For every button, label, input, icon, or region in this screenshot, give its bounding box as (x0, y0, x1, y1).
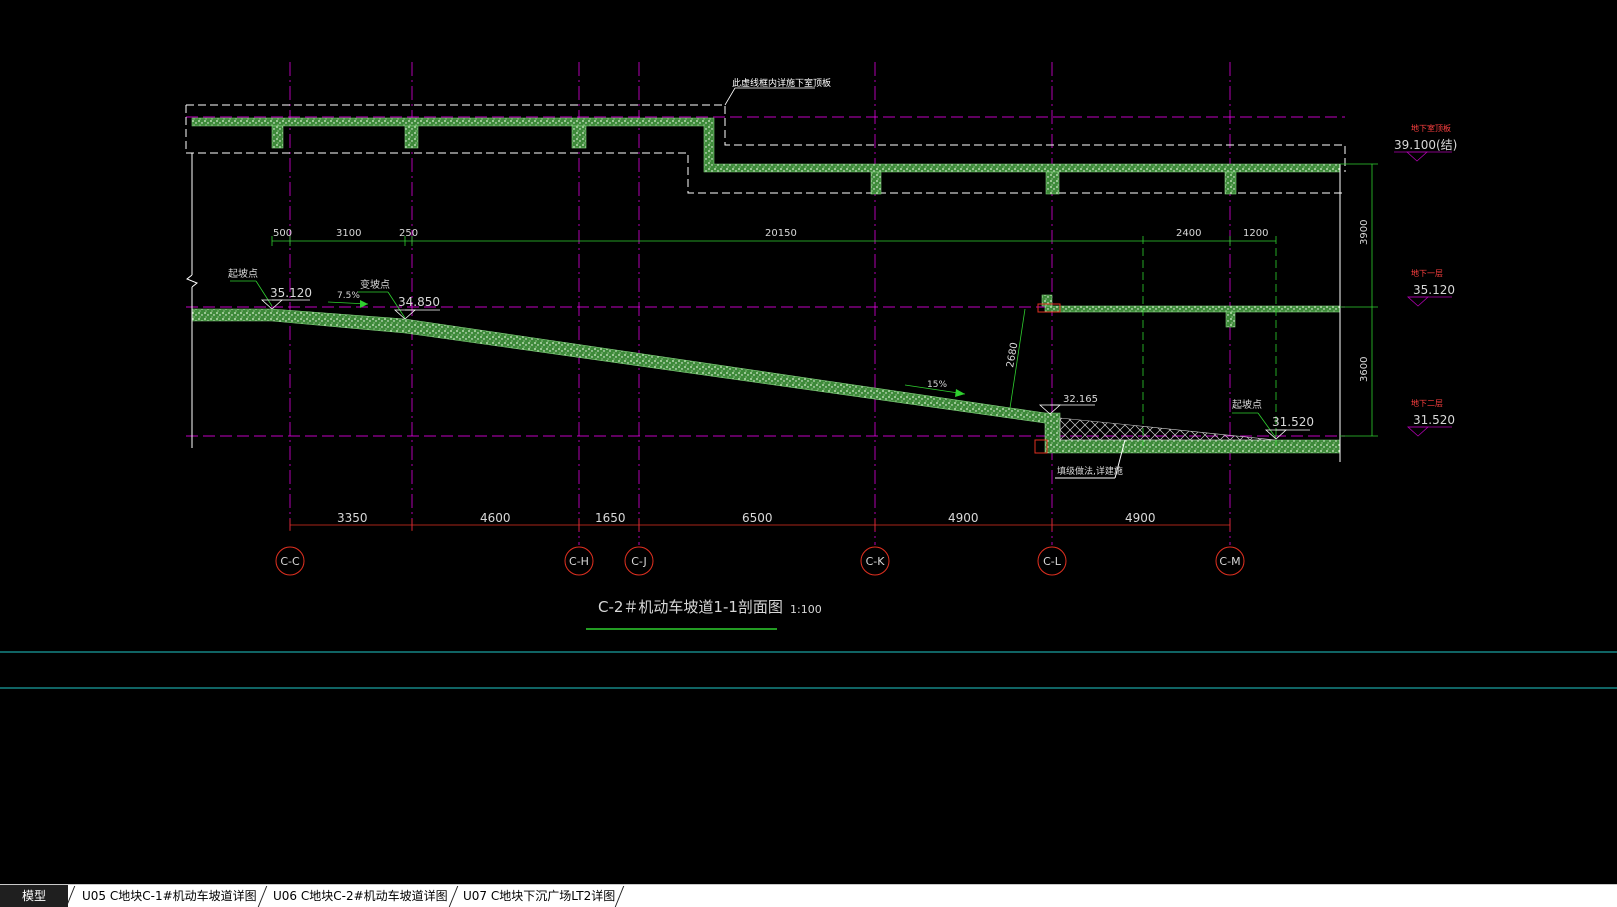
axis-bubble-c-c[interactable]: C-C (275, 546, 305, 576)
axis-bubble-c-h[interactable]: C-H (564, 546, 594, 576)
clear-height-text: 2680 (1005, 342, 1020, 369)
bottom-dim-1: 3350 (337, 511, 368, 525)
bottom-dim-4: 6500 (742, 511, 773, 525)
drawing-title: C-2＃机动车坡道1-1剖面图 (598, 598, 783, 616)
axis-bubble-c-k[interactable]: C-K (860, 546, 890, 576)
top-note-leader (724, 87, 736, 106)
layout-tab-bar: 模型 U05 C地块C-1#机动车坡道详图 U06 C地块C-2#机动车坡道详图… (0, 884, 1617, 907)
bottom-dim-2: 4600 (480, 511, 511, 525)
axis-label-c-k: C-K (866, 555, 886, 568)
top-dim-4: 20150 (765, 228, 797, 239)
top-dim-6: 1200 (1243, 228, 1268, 239)
slope-arrows (360, 300, 965, 397)
fill-hatch-area (1059, 417, 1276, 441)
change-elevation: 34.850 (398, 295, 440, 309)
right-dimension-line (1340, 163, 1378, 437)
right-dim-1: 3900 (1359, 220, 1370, 245)
axis-label-c-j: C-J (631, 555, 647, 568)
b1-floor-slab (1041, 294, 1341, 328)
top-dim-3: 250 (399, 228, 418, 239)
axis-bubble-c-m[interactable]: C-M (1215, 546, 1245, 576)
bottom-dim-3: 1650 (595, 511, 626, 525)
b2-level-label: 地下二层 (1411, 398, 1443, 408)
level-markers: 地下室顶板 39.100(结) 地下一层 35.120 地下二层 31.520 (1394, 123, 1457, 437)
fill-note: 填级做法,详建施 (1057, 465, 1123, 477)
b1-level-value: 35.120 (1413, 283, 1455, 297)
end-elevation: 31.520 (1272, 415, 1314, 429)
change-point-label: 变坡点 (360, 278, 390, 291)
tab-separator (614, 886, 625, 907)
drawing-scale: 1:100 (790, 603, 822, 616)
top-note: 此虚线框内详施下室顶板 (732, 77, 831, 89)
tab-layout-u05[interactable]: U05 C地块C-1#机动车坡道详图 (82, 887, 257, 906)
axis-label-c-m: C-M (1219, 555, 1240, 568)
axis-bubble-c-l[interactable]: C-L (1037, 546, 1067, 576)
top-dim-2: 3100 (336, 228, 361, 239)
ramp-annotations (230, 280, 1310, 440)
slope-1-label: 7.5% (337, 291, 360, 301)
top-dimension-line (271, 236, 1277, 446)
bottom-dim-5: 4900 (948, 511, 979, 525)
roof-level-label: 地下室顶板 (1411, 123, 1451, 133)
end-point-label: 起坡点 (1232, 398, 1262, 411)
axis-label-c-c: C-C (280, 555, 300, 568)
tab-layout-u06[interactable]: U06 C地块C-2#机动车坡道详图 (273, 887, 448, 906)
bottom-dim-6: 4900 (1125, 511, 1156, 525)
tab-layout-u07[interactable]: U07 C地块下沉广场LT2详图 (463, 887, 615, 906)
axis-label-c-h: C-H (569, 555, 589, 568)
top-dim-1: 500 (273, 228, 292, 239)
roof-level-value: 39.100(结) (1394, 138, 1457, 152)
right-dim-2: 3600 (1359, 357, 1370, 382)
b1-level-label: 地下一层 (1411, 268, 1443, 278)
bottom-dimension-texts: 3350 4600 1650 6500 4900 4900 (337, 511, 1156, 525)
tab-separator (448, 886, 459, 907)
slope-2-label: 15% (927, 380, 947, 390)
roof-slab (191, 117, 1341, 195)
axis-bubble-c-j[interactable]: C-J (624, 546, 654, 576)
axis-bubbles: C-C C-H C-J C-K C-L C-M (275, 546, 1245, 576)
start-point-label: 起坡点 (228, 267, 258, 280)
b2-level-value: 31.520 (1413, 413, 1455, 427)
tab-separator (257, 886, 268, 907)
mid-elevation: 32.165 (1063, 394, 1098, 405)
top-dim-5: 2400 (1176, 228, 1201, 239)
start-elevation: 35.120 (270, 286, 312, 300)
tab-model[interactable]: 模型 (0, 885, 69, 907)
axis-label-c-l: C-L (1043, 555, 1062, 568)
top-dimension-texts: 500 3100 250 20150 2400 1200 (273, 228, 1268, 239)
ramp-slab (191, 308, 1046, 424)
cad-drawing-canvas[interactable]: 此虚线框内详施下室顶板 500 3100 250 20150 2400 1200… (0, 0, 1617, 884)
